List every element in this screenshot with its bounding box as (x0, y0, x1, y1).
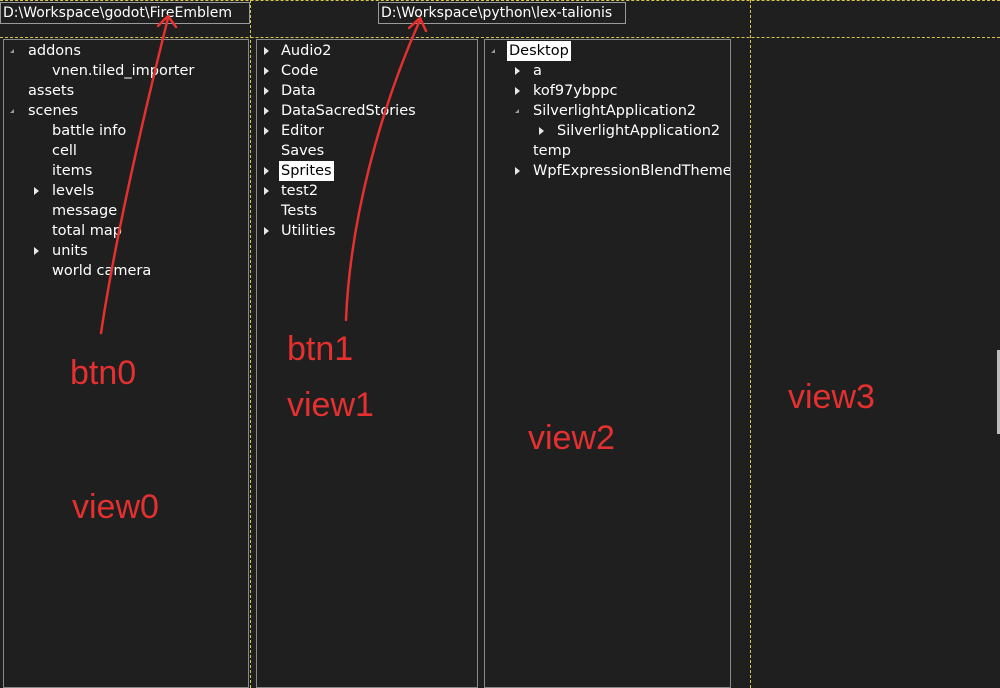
tree-item-label: DataSacredStories (281, 103, 416, 119)
tree-item-label: Tests (281, 203, 318, 219)
tree-item-label: battle info (52, 123, 127, 139)
expanded-triangle-icon[interactable] (6, 41, 18, 61)
collapsed-triangle-icon[interactable] (260, 121, 272, 141)
tree-item-label: a (533, 63, 542, 79)
expanded-triangle-icon[interactable] (511, 101, 523, 121)
collapsed-triangle-icon[interactable] (260, 161, 272, 181)
tree-item-label: Data (281, 83, 316, 99)
tree-item-label: units (52, 243, 88, 259)
tree-item-label: world camera (52, 263, 152, 279)
tree-item[interactable]: battle info (4, 121, 248, 141)
tree-item[interactable]: Data (257, 81, 477, 101)
btn0-path-button[interactable]: D:\Workspace\godot\FireEmblem (0, 2, 250, 24)
tree-item-label: vnen.tiled_importer (52, 63, 195, 79)
tree-item[interactable]: cell (4, 141, 248, 161)
tree-item-label: Saves (281, 143, 325, 159)
collapsed-triangle-icon[interactable] (30, 241, 42, 261)
view3-annotation: view3 (788, 378, 875, 416)
window-root: D:\Workspace\godot\FireEmblem D:\Workspa… (0, 0, 1000, 688)
btn0-annotation: btn0 (70, 354, 137, 392)
tree-item-label: levels (52, 183, 95, 199)
view2-tree-view[interactable]: Desktop a kof97ybppc SilverlightApplication… (484, 39, 731, 688)
tree-item[interactable]: Sprites (257, 161, 477, 181)
tree-item[interactable]: world camera (4, 261, 248, 281)
tree-item[interactable]: vnen.tiled_importer (4, 61, 248, 81)
tree-item[interactable]: SilverlightApplication2 (485, 121, 730, 141)
tree-item-label: Code (281, 63, 319, 79)
tree-item-label: test2 (281, 183, 319, 199)
tree-item-label: temp (533, 143, 571, 159)
tree-item-label: Utilities (281, 223, 336, 239)
view2-tree-list: Desktop a kof97ybppc SilverlightApplication… (485, 40, 730, 181)
tree-item-label: Editor (281, 123, 324, 139)
tree-item[interactable]: WpfExpressionBlendTheme (485, 161, 730, 181)
tree-item[interactable]: temp (485, 141, 730, 161)
tree-item[interactable]: Desktop (485, 41, 730, 61)
collapsed-triangle-icon[interactable] (30, 181, 42, 201)
tree-item[interactable]: DataSacredStories (257, 101, 477, 121)
tree-item-label: cell (52, 143, 77, 159)
tree-item[interactable]: assets (4, 81, 248, 101)
expanded-triangle-icon[interactable] (6, 101, 18, 121)
expanded-triangle-icon[interactable] (487, 41, 499, 61)
tree-item[interactable]: items (4, 161, 248, 181)
tree-item-label: addons (28, 43, 81, 59)
tree-item-label: scenes (28, 103, 79, 119)
collapsed-triangle-icon[interactable] (260, 61, 272, 81)
btn1-annotation: btn1 (287, 330, 354, 368)
tree-item-label: message (52, 203, 118, 219)
tree-item-label: SilverlightApplication2 (557, 123, 721, 139)
tree-item[interactable]: scenes (4, 101, 248, 121)
tree-item[interactable]: Audio2 (257, 41, 477, 61)
tree-item-label: Audio2 (281, 43, 332, 59)
tree-item[interactable]: kof97ybppc (485, 81, 730, 101)
grid-guide-row-split (0, 37, 1000, 38)
tree-item[interactable]: Saves (257, 141, 477, 161)
tree-item[interactable]: message (4, 201, 248, 221)
grid-guide-top (0, 0, 1000, 1)
collapsed-triangle-icon[interactable] (535, 121, 547, 141)
tree-item[interactable]: test2 (257, 181, 477, 201)
btn1-path-button[interactable]: D:\Workspace\python\lex-talionis (378, 2, 626, 24)
view1-annotation: view1 (287, 386, 374, 424)
tree-item-label: items (52, 163, 93, 179)
view1-tree-list: Audio2 Code Data DataSacredStories Editor Sav… (257, 40, 477, 241)
tree-item-label: kof97ybppc (533, 83, 618, 99)
collapsed-triangle-icon[interactable] (511, 81, 523, 101)
view0-tree-list: addons vnen.tiled_importerassets scenes bat… (4, 40, 248, 281)
tree-item[interactable]: Code (257, 61, 477, 81)
view2-annotation: view2 (528, 419, 615, 457)
tree-item-label: SilverlightApplication2 (533, 103, 697, 119)
collapsed-triangle-icon[interactable] (260, 181, 272, 201)
tree-item-label: Sprites (279, 161, 334, 181)
tree-item[interactable]: a (485, 61, 730, 81)
collapsed-triangle-icon[interactable] (260, 101, 272, 121)
collapsed-triangle-icon[interactable] (511, 61, 523, 81)
tree-item[interactable]: Editor (257, 121, 477, 141)
tree-item[interactable]: Tests (257, 201, 477, 221)
tree-item[interactable]: total map (4, 221, 248, 241)
tree-item[interactable]: units (4, 241, 248, 261)
tree-item[interactable]: addons (4, 41, 248, 61)
tree-item-label: assets (28, 83, 75, 99)
tree-item-label: WpfExpressionBlendTheme (533, 163, 731, 179)
collapsed-triangle-icon[interactable] (511, 161, 523, 181)
collapsed-triangle-icon[interactable] (260, 81, 272, 101)
tree-item[interactable]: levels (4, 181, 248, 201)
view0-annotation: view0 (72, 488, 159, 526)
tree-item-label: total map (52, 223, 122, 239)
tree-item-label: Desktop (507, 41, 571, 61)
grid-guide-col3 (750, 0, 751, 688)
tree-item[interactable]: SilverlightApplication2 (485, 101, 730, 121)
grid-guide-col1 (250, 0, 251, 688)
tree-item[interactable]: Utilities (257, 221, 477, 241)
collapsed-triangle-icon[interactable] (260, 221, 272, 241)
collapsed-triangle-icon[interactable] (260, 41, 272, 61)
